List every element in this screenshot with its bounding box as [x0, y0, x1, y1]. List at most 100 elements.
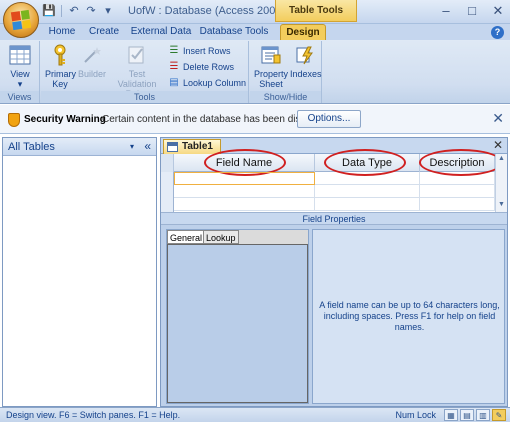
maximize-button[interactable]: □	[464, 3, 480, 19]
save-icon[interactable]: 💾	[42, 4, 56, 18]
view-dropdown-icon: ▾	[17, 79, 23, 89]
ribbon-tab-row: Home Create External Data Database Tools…	[0, 24, 510, 40]
insert-rows-button[interactable]: ☰ Insert Rows	[168, 44, 231, 57]
tab-external-data[interactable]: External Data	[128, 24, 194, 40]
undo-icon[interactable]: ↶	[67, 4, 81, 18]
message-bar: Security Warning Certain content in the …	[0, 105, 510, 134]
delete-rows-label: Delete Rows	[183, 61, 235, 72]
chevron-down-icon[interactable]: ▾	[130, 142, 134, 151]
status-bar: Design view. F6 = Switch panes. F1 = Hel…	[0, 407, 510, 422]
table-row[interactable]	[174, 198, 495, 211]
group-label-tools: Tools	[41, 91, 248, 103]
field-name-cell[interactable]	[174, 172, 315, 185]
field-properties-help-text: A field name can be up to 64 characters …	[319, 300, 500, 332]
datasheet-view-icon[interactable]: ▦	[444, 409, 458, 421]
help-icon[interactable]: ?	[491, 26, 504, 39]
tab-table1[interactable]: Table1	[163, 139, 221, 154]
group-label-views: Views	[0, 91, 39, 103]
contextual-tab-header: Table Tools	[275, 0, 357, 22]
datasheet-view-icon	[7, 43, 33, 67]
tab-table1-label: Table1	[182, 141, 213, 152]
security-shield-icon	[8, 113, 20, 127]
group-label-show-hide: Show/Hide	[250, 91, 321, 103]
description-cell[interactable]	[420, 198, 495, 211]
view-switcher: ▦ ▤ ▥ ✎	[444, 409, 506, 421]
field-name-cell[interactable]	[174, 185, 315, 198]
property-sheet-label: Property Sheet	[254, 69, 289, 89]
field-name-cell[interactable]	[174, 198, 315, 211]
customize-qat-icon[interactable]: ▾	[101, 4, 115, 18]
lookup-column-button[interactable]: ▤ Lookup Column	[168, 76, 246, 89]
close-button[interactable]: ✕	[490, 3, 506, 19]
redo-icon[interactable]: ↷	[84, 4, 98, 18]
lookup-column-icon: ▤	[169, 77, 179, 88]
insert-rows-icon: ☰	[169, 45, 179, 56]
indexes-label: Indexes	[290, 69, 322, 79]
security-warning-text: Certain content in the database has been…	[102, 114, 325, 125]
insert-rows-label: Insert Rows	[183, 45, 231, 56]
pivottable-view-icon[interactable]: ▤	[460, 409, 474, 421]
builder-wand-icon	[79, 43, 105, 67]
data-type-cell[interactable]	[315, 185, 420, 198]
tab-design[interactable]: Design	[280, 24, 326, 40]
table-row[interactable]	[174, 185, 495, 198]
message-bar-close-icon[interactable]: ✕	[492, 110, 504, 127]
data-type-cell[interactable]	[315, 198, 420, 211]
options-button[interactable]: Options...	[297, 110, 361, 128]
tab-home[interactable]: Home	[44, 24, 80, 40]
primary-key-label: Primary Key	[45, 69, 76, 89]
table-design-window: Table1 ✕ Field Name Data Type Descriptio…	[160, 137, 508, 407]
scroll-up-icon[interactable]: ▲	[496, 154, 507, 164]
tab-create[interactable]: Create	[84, 24, 124, 40]
office-button[interactable]	[3, 2, 39, 38]
collapse-pane-icon[interactable]: «	[144, 139, 151, 153]
window-controls: – □ ✕	[438, 3, 506, 19]
select-all-corner[interactable]	[161, 154, 174, 172]
builder-label: Builder	[77, 69, 106, 79]
builder-button[interactable]: Builder	[77, 43, 107, 79]
group-show-hide: Property Sheet Indexes Show/Hide	[250, 41, 322, 103]
table-row[interactable]	[174, 172, 495, 185]
delete-rows-icon: ☰	[169, 61, 179, 72]
delete-rows-button[interactable]: ☰ Delete Rows	[168, 60, 235, 73]
table-icon	[167, 142, 178, 152]
primary-key-button[interactable]: Primary Key	[45, 43, 76, 89]
navigation-pane: All Tables ▾ «	[2, 137, 157, 407]
group-views: View ▾ Views	[0, 41, 40, 103]
indexes-button[interactable]: Indexes	[290, 43, 322, 79]
grid-vertical-scrollbar[interactable]: ▲ ▼	[495, 154, 507, 212]
status-text: Design view. F6 = Switch panes. F1 = Hel…	[6, 410, 181, 420]
tab-lookup[interactable]: Lookup	[203, 230, 239, 244]
tab-database-tools[interactable]: Database Tools	[198, 24, 270, 40]
scroll-track[interactable]	[496, 164, 507, 200]
property-sheet-icon	[258, 43, 284, 67]
row-selector-column[interactable]	[161, 172, 174, 212]
field-properties-header: Field Properties	[161, 212, 507, 225]
field-properties-body	[167, 244, 308, 403]
field-grid: Field Name Data Type Description ▲ ▼	[161, 149, 507, 212]
property-sheet-button[interactable]: Property Sheet	[254, 43, 288, 89]
qat-separator	[61, 5, 62, 17]
document-close-icon[interactable]: ✕	[493, 138, 503, 152]
description-cell[interactable]	[420, 172, 495, 185]
field-properties-panel: General Lookup	[166, 229, 309, 404]
nav-pane-header[interactable]: All Tables ▾ «	[3, 138, 156, 156]
validation-icon	[124, 43, 150, 67]
field-properties-help-pane: A field name can be up to 64 characters …	[312, 229, 505, 404]
quick-access-toolbar: 💾 ↶ ↷ ▾	[42, 4, 115, 18]
description-cell[interactable]	[420, 185, 495, 198]
pivotchart-view-icon[interactable]: ▥	[476, 409, 490, 421]
field-properties-tabs: General Lookup	[167, 230, 308, 244]
data-type-cell[interactable]	[315, 172, 420, 185]
title-bar: 💾 ↶ ↷ ▾ UofW : Database (Access 2007) - …	[0, 0, 510, 24]
ribbon: View ▾ Views Primary Key Builder Test Va…	[0, 40, 510, 104]
view-button[interactable]: View ▾	[4, 43, 36, 89]
scroll-down-icon[interactable]: ▼	[496, 200, 507, 210]
design-view-icon[interactable]: ✎	[492, 409, 506, 421]
indexes-lightning-icon	[292, 43, 318, 67]
security-warning-title: Security Warning	[24, 114, 106, 125]
tab-general[interactable]: General	[167, 230, 206, 244]
lookup-column-label: Lookup Column	[183, 77, 247, 88]
minimize-button[interactable]: –	[438, 3, 454, 19]
key-icon	[47, 43, 73, 67]
